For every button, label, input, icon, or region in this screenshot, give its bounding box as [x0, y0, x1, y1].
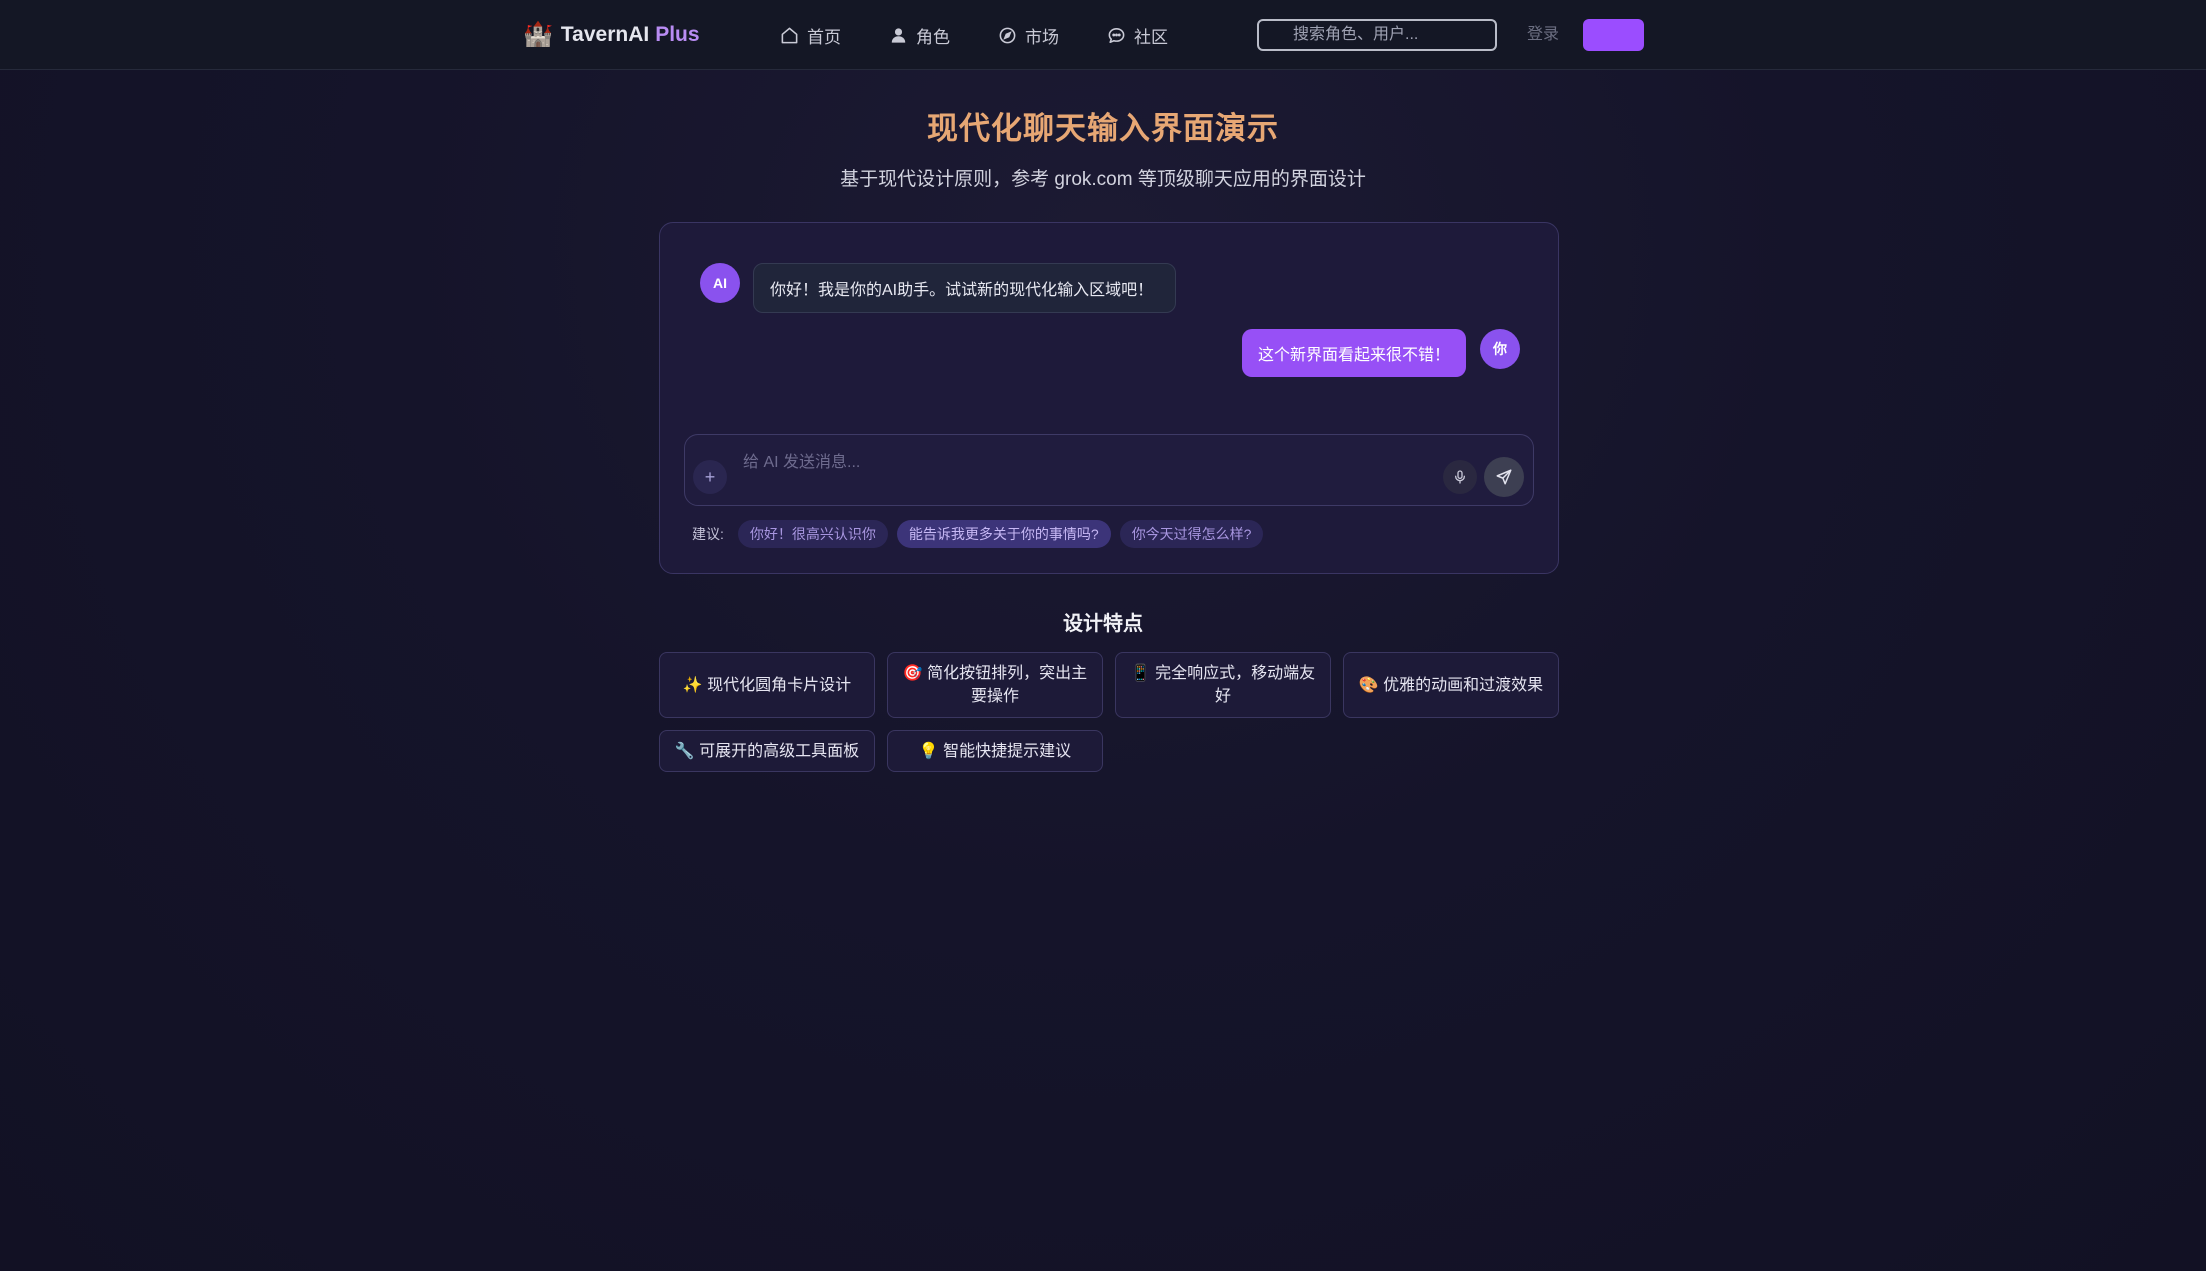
ai-message-bubble: 你好！我是你的AI助手。试试新的现代化输入区域吧！: [753, 263, 1177, 313]
user-avatar: 你: [1480, 329, 1520, 369]
nav-label: 市场: [1025, 27, 1059, 47]
feature-card: 📱 完全响应式，移动端友好: [1115, 652, 1331, 718]
brand-logo[interactable]: 🏰 TavernAI Plus: [523, 20, 700, 50]
home-icon: [781, 27, 798, 43]
top-navbar: 🏰 TavernAIPlus 首页 角色 市场 社区 登录: [0, 0, 2206, 70]
nav-item-market[interactable]: 市场: [998, 20, 1059, 50]
feature-card: 💡 智能快捷提示建议: [887, 730, 1103, 772]
suggestions-row: 建议: 你好！很高兴认识你 能告诉我更多关于你的事情吗? 你今天过得怎么样?: [692, 519, 1272, 549]
send-icon: [1496, 469, 1512, 485]
nav-label: 首页: [807, 27, 841, 47]
search-input[interactable]: [1257, 19, 1497, 51]
chat-demo-card: AI 你好！我是你的AI助手。试试新的现代化输入区域吧！ 这个新界面看起来很不错…: [659, 222, 1559, 574]
chat-bubble-icon: [1108, 27, 1125, 43]
brand-plus: Plus: [655, 23, 700, 46]
message-input[interactable]: [743, 451, 1343, 475]
feature-card: 🎯 简化按钮排列，突出主要操作: [887, 652, 1103, 718]
suggestion-chip[interactable]: 你今天过得怎么样?: [1119, 520, 1264, 548]
feature-card: 🎨 优雅的动画和过渡效果: [1343, 652, 1559, 718]
user-message-bubble: 这个新界面看起来很不错！: [1242, 329, 1466, 377]
message-composer: +: [684, 434, 1534, 506]
suggestion-chip[interactable]: 你好！很高兴认识你: [737, 520, 888, 548]
signup-button[interactable]: [1583, 19, 1644, 51]
user-icon: [891, 27, 906, 43]
suggestions-label: 建议:: [692, 526, 724, 542]
nav-label: 社区: [1134, 27, 1168, 47]
main-nav: 首页 角色 市场 社区: [780, 20, 1216, 50]
page-title: 现代化聊天输入界面演示: [927, 111, 1279, 146]
nav-item-home[interactable]: 首页: [780, 20, 841, 50]
suggestion-chip[interactable]: 能告诉我更多关于你的事情吗?: [896, 520, 1111, 548]
castle-icon: 🏰: [523, 21, 553, 48]
page-subtitle: 基于现代设计原则，参考 grok.com 等顶级聊天应用的界面设计: [840, 169, 1366, 190]
login-link[interactable]: 登录: [1527, 22, 1559, 48]
add-attachment-button[interactable]: +: [693, 460, 727, 494]
ai-avatar: AI: [700, 263, 740, 303]
brand-name: TavernAI: [560, 23, 650, 46]
voice-input-button[interactable]: [1443, 460, 1477, 494]
feature-card: 🔧 可展开的高级工具面板: [659, 730, 875, 772]
feature-card: ✨ 现代化圆角卡片设计: [659, 652, 875, 718]
send-button[interactable]: [1484, 457, 1524, 497]
microphone-icon: [1455, 470, 1465, 484]
compass-icon: [999, 27, 1016, 43]
nav-label: 角色: [916, 27, 950, 47]
features-title: 设计特点: [1063, 613, 1143, 635]
nav-item-characters[interactable]: 角色: [889, 20, 950, 50]
nav-item-community[interactable]: 社区: [1107, 20, 1168, 50]
